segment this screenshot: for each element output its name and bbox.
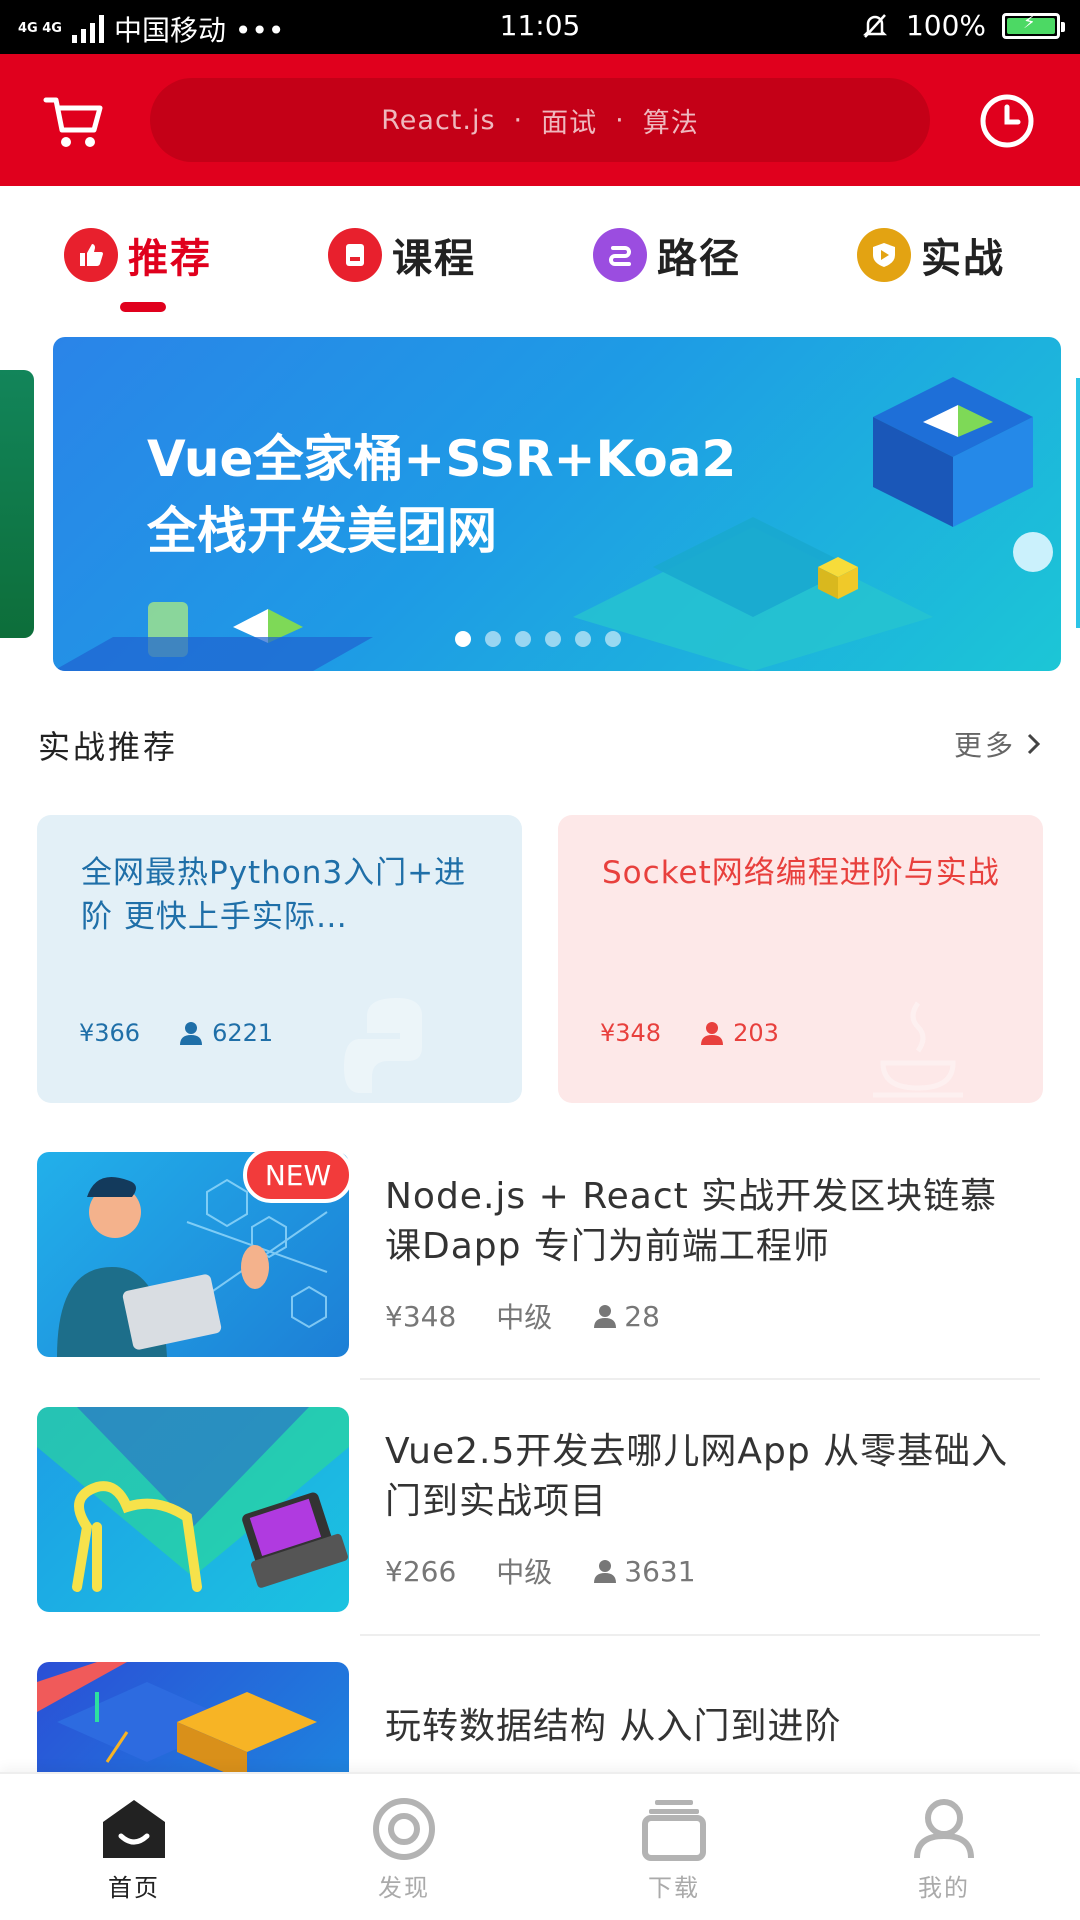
banner-line-2: 全栈开发美团网 — [147, 502, 497, 560]
search-hint-2: 面试 — [541, 107, 598, 139]
featured-students: 6221 — [212, 1019, 274, 1047]
app-header: React.js · 面试 · 算法 — [0, 54, 1080, 186]
banner-dot[interactable] — [545, 631, 561, 647]
featured-title: 全网最热Python3入门+进阶 更快上手实际… — [81, 855, 467, 935]
course-title: Vue2.5开发去哪儿网App 从零基础入门到实战项目 — [385, 1431, 1009, 1522]
course-level: 中级 — [496, 1301, 553, 1334]
battery-percent: 100% — [905, 9, 986, 42]
course-thumbnail — [37, 1662, 349, 1772]
tab-courses-label: 课程 — [392, 236, 476, 282]
featured-price: ¥348 — [600, 1019, 662, 1047]
nav-home-label: 首页 — [108, 1874, 160, 1902]
clock-icon[interactable] — [978, 92, 1036, 150]
search-hint-1: React.js — [381, 104, 496, 136]
search-box[interactable]: React.js · 面试 · 算法 — [150, 78, 930, 162]
shield-play-icon — [857, 228, 911, 282]
course-item[interactable]: Node.js + React 实战开发区块链慕课Dapp 专门为前端工程师 ¥… — [37, 1152, 1047, 1357]
tab-recommend[interactable]: 推荐 — [64, 226, 212, 284]
course-title: 玩转数据结构 从入门到进阶 — [385, 1706, 842, 1747]
discover-icon — [373, 1798, 435, 1860]
banner-line-1: Vue全家桶+SSR+Koa2 — [147, 430, 737, 488]
cart-icon[interactable] — [40, 88, 106, 154]
course-item[interactable]: 玩转数据结构 从入门到进阶 — [37, 1662, 1047, 1772]
section-title: 实战推荐 — [38, 728, 179, 766]
nav-discover[interactable]: 发现 — [334, 1796, 474, 1903]
battery-icon — [1002, 12, 1065, 39]
python-logo-icon — [344, 998, 422, 1093]
course-thumbnail — [37, 1407, 349, 1612]
banner-pagination — [455, 631, 621, 647]
tab-courses[interactable]: 课程 — [328, 226, 476, 284]
user-icon — [180, 1022, 203, 1045]
nav-profile[interactable]: 我的 — [874, 1796, 1014, 1903]
banner-dot[interactable] — [455, 631, 471, 647]
route-icon — [593, 228, 647, 282]
active-tab-indicator — [120, 302, 166, 312]
divider — [360, 1634, 1040, 1636]
nav-discover-label: 发现 — [378, 1874, 430, 1902]
bottom-navigation: 首页 发现 下载 我的 — [0, 1772, 1080, 1920]
course-price: ¥266 — [385, 1554, 457, 1588]
more-label: 更多 — [953, 729, 1016, 762]
tab-paths[interactable]: 路径 — [593, 226, 741, 284]
course-meta: ¥266 中级 3631 — [385, 1551, 696, 1591]
vue-camel-illustration — [37, 1407, 349, 1592]
chevron-right-icon — [1027, 733, 1041, 755]
nav-home[interactable]: 首页 — [64, 1796, 204, 1903]
download-stack-icon — [642, 1800, 706, 1861]
featured-card-socket[interactable]: Socket网络编程进阶与实战 ¥348 203 — [558, 815, 1043, 1103]
banner-dot[interactable] — [605, 631, 621, 647]
java-cup-icon — [873, 1001, 963, 1098]
featured-meta: ¥348 203 — [600, 1019, 779, 1047]
data-structure-illustration — [37, 1662, 317, 1772]
divider — [360, 1378, 1040, 1380]
user-icon — [701, 1022, 724, 1045]
more-link[interactable]: 更多 — [954, 724, 1042, 764]
banner-dot[interactable] — [485, 631, 501, 647]
status-right: 100% — [860, 9, 1065, 42]
banner-prev-peek[interactable] — [0, 370, 34, 638]
course-title: Node.js + React 实战开发区块链慕课Dapp 专门为前端工程师 — [385, 1176, 998, 1267]
home-icon — [103, 1800, 165, 1858]
course-students: 3631 — [624, 1554, 696, 1588]
tab-paths-label: 路径 — [657, 236, 741, 282]
profile-icon — [914, 1799, 974, 1859]
featured-title: Socket网络编程进阶与实战 — [602, 855, 1000, 891]
course-meta: ¥348 中级 28 — [385, 1296, 660, 1336]
featured-card-python[interactable]: 全网最热Python3入门+进阶 更快上手实际… ¥366 6221 — [37, 815, 522, 1103]
course-price: ¥348 — [385, 1299, 457, 1333]
new-badge: NEW — [243, 1147, 353, 1203]
status-bar: 4G 4G 中国移动 ••• 11:05 100% — [0, 0, 1080, 54]
course-level: 中级 — [496, 1556, 553, 1589]
banner-next-peek[interactable] — [1076, 378, 1080, 628]
featured-students: 203 — [733, 1019, 779, 1047]
nav-download-label: 下载 — [648, 1874, 700, 1902]
search-hint-3: 算法 — [642, 107, 699, 139]
course-item[interactable]: Vue2.5开发去哪儿网App 从零基础入门到实战项目 ¥266 中级 3631 — [37, 1407, 1047, 1612]
banner-dot[interactable] — [515, 631, 531, 647]
course-students: 28 — [624, 1299, 660, 1333]
banner-dot[interactable] — [575, 631, 591, 647]
tab-practice[interactable]: 实战 — [857, 226, 1005, 284]
nav-download[interactable]: 下载 — [604, 1796, 744, 1903]
tab-recommend-label: 推荐 — [128, 236, 212, 282]
featured-price: ¥366 — [79, 1019, 141, 1047]
bell-muted-icon — [862, 13, 887, 38]
tab-practice-label: 实战 — [921, 236, 1005, 282]
banner-title: Vue全家桶+SSR+Koa2 全栈开发美团网 — [147, 423, 736, 567]
promo-banner[interactable]: Vue全家桶+SSR+Koa2 全栈开发美团网 — [53, 337, 1061, 671]
featured-meta: ¥366 6221 — [79, 1019, 273, 1047]
nav-profile-label: 我的 — [918, 1874, 970, 1902]
thumbs-up-icon — [64, 228, 118, 282]
user-icon — [594, 1560, 617, 1583]
user-icon — [594, 1305, 617, 1328]
course-book-icon — [328, 228, 382, 282]
